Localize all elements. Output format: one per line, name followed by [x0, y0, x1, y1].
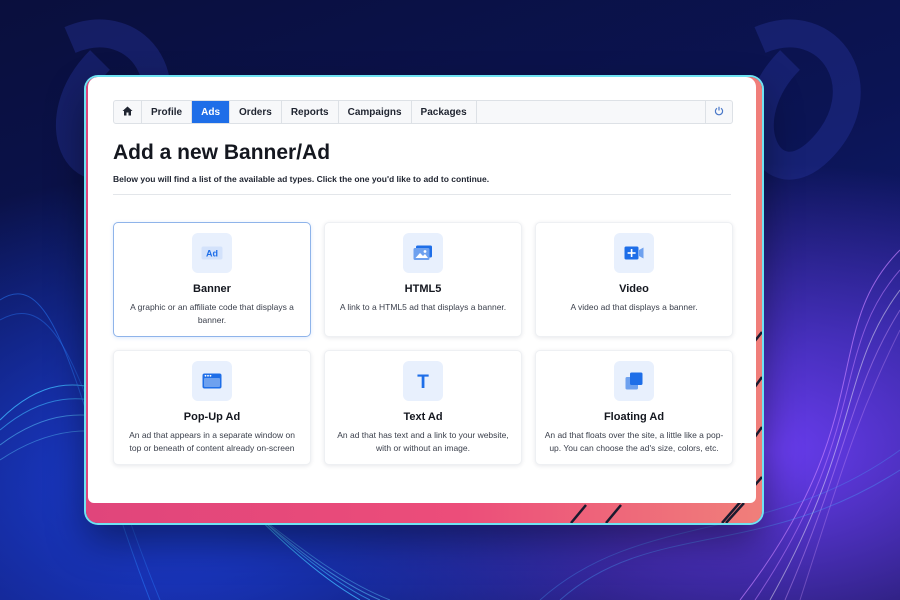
top-navbar: Profile Ads Orders Reports Campaigns Pac…: [113, 100, 733, 124]
ad-type-card-text[interactable]: T Text Ad An ad that has text and a link…: [324, 350, 522, 465]
power-icon: [714, 103, 724, 121]
logout-button[interactable]: [705, 101, 732, 123]
ad-badge-icon: Ad: [192, 233, 232, 273]
nav-item-ads[interactable]: Ads: [192, 101, 231, 123]
card-description: An ad that floats over the site, a littl…: [544, 430, 724, 453]
svg-text:Ad: Ad: [206, 249, 218, 259]
card-title: Floating Ad: [603, 411, 665, 423]
ad-type-card-video[interactable]: Video A video ad that displays a banner.: [535, 222, 733, 337]
browser-window-icon: [192, 361, 232, 401]
video-plus-icon: [614, 233, 654, 273]
card-title: Text Ad: [403, 411, 443, 423]
ad-type-card-floating[interactable]: Floating Ad An ad that floats over the s…: [535, 350, 733, 465]
card-description: An ad that appears in a separate window …: [129, 430, 295, 453]
card-title: Banner: [193, 283, 231, 295]
card-title: Video: [619, 283, 649, 295]
card-description: A graphic or an affiliate code that disp…: [130, 302, 294, 325]
card-description: A video ad that displays a banner.: [570, 302, 698, 312]
svg-text:T: T: [417, 372, 429, 390]
page-subtitle: Below you will find a list of the availa…: [113, 174, 490, 184]
header-divider: [113, 194, 731, 195]
nav-item-reports[interactable]: Reports: [282, 101, 339, 123]
page-title: Add a new Banner/Ad: [113, 141, 331, 164]
image-icon: [403, 233, 443, 273]
nav-item-orders[interactable]: Orders: [230, 101, 282, 123]
nav-item-profile[interactable]: Profile: [142, 101, 193, 123]
stacked-squares-icon: [614, 361, 654, 401]
text-icon: T: [403, 361, 443, 401]
navbar-spacer: [477, 101, 705, 123]
nav-item-packages[interactable]: Packages: [412, 101, 477, 123]
home-icon: [122, 106, 133, 119]
card-description: An ad that has text and a link to your w…: [337, 430, 509, 453]
nav-home[interactable]: [114, 101, 142, 123]
card-title: Pop-Up Ad: [183, 411, 241, 423]
nav-item-campaigns[interactable]: Campaigns: [339, 101, 412, 123]
card-title: HTML5: [404, 283, 442, 295]
ad-type-card-banner[interactable]: Ad Banner A graphic or an affiliate code…: [113, 222, 311, 337]
card-description: A link to a HTML5 ad that displays a ban…: [339, 302, 507, 312]
ad-type-card-html5[interactable]: HTML5 A link to a HTML5 ad that displays…: [324, 222, 522, 337]
ad-type-card-popup[interactable]: Pop-Up Ad An ad that appears in a separa…: [113, 350, 311, 465]
app-window: Profile Ads Orders Reports Campaigns Pac…: [88, 77, 756, 503]
